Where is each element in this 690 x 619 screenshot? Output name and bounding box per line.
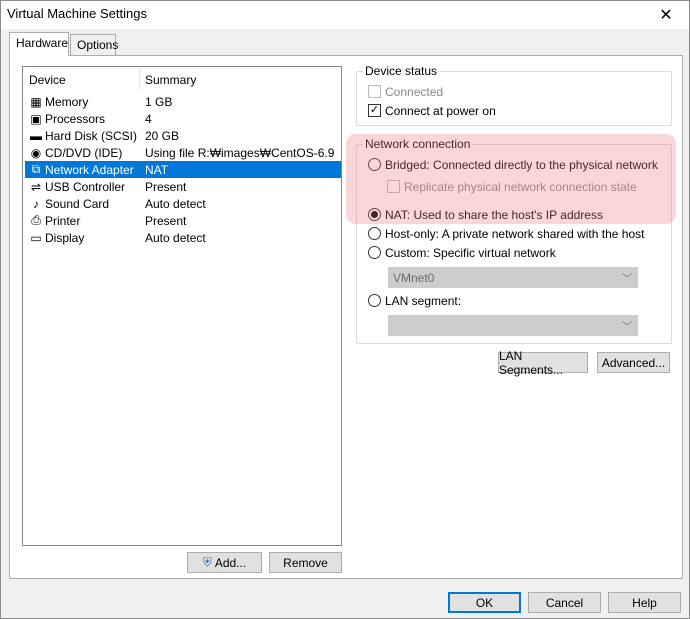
device-summary: Using file R:₩images₩CentOS-6.9-...	[145, 146, 335, 160]
device-name: Memory	[45, 95, 89, 109]
connected-checkbox[interactable]	[368, 85, 381, 98]
device-row[interactable]: ▬ Hard Disk (SCSI) 20 GB	[25, 127, 341, 144]
tab-hardware[interactable]: Hardware	[9, 32, 69, 56]
advanced-button[interactable]: Advanced...	[597, 352, 670, 373]
device-summary: 4	[145, 112, 152, 126]
lan-segment-label: LAN segment:	[385, 294, 462, 308]
settings-window: Virtual Machine Settings ✕ Hardware Opti…	[0, 0, 690, 619]
device-row[interactable]: ▭ Display Auto detect	[25, 229, 341, 246]
help-button[interactable]: Help	[608, 592, 681, 613]
device-row[interactable]: ▣ Processors 4	[25, 110, 341, 127]
custom-network-value: VMnet0	[393, 271, 435, 285]
device-summary: 20 GB	[145, 129, 180, 143]
device-name: USB Controller	[45, 180, 126, 194]
device-name: Printer	[45, 214, 81, 228]
lan-segment-radio[interactable]	[368, 294, 381, 307]
help-button-label: Help	[632, 595, 657, 610]
device-row[interactable]: ▦ Memory 1 GB	[25, 93, 341, 110]
sound-icon: ♪	[33, 196, 39, 211]
ok-button[interactable]: OK	[448, 592, 521, 613]
close-button[interactable]: ✕	[643, 1, 689, 29]
device-status-title: Device status	[363, 64, 440, 78]
connected-label: Connected	[385, 85, 444, 99]
add-button-label: Add...	[214, 555, 247, 570]
checkmark-icon: ✓	[369, 104, 380, 116]
network-adapter-icon: ⧉	[31, 162, 41, 176]
cancel-button-label: Cancel	[545, 595, 584, 610]
hard-disk-icon: ▬	[30, 128, 42, 143]
device-name: Network Adapter	[45, 163, 134, 177]
device-summary: NAT	[145, 163, 169, 177]
connect-at-power-on-checkbox[interactable]: ✓	[368, 104, 381, 117]
remove-button[interactable]: Remove	[269, 552, 342, 573]
lan-segments-button-label: LAN Segments...	[499, 348, 564, 377]
device-summary: Auto detect	[145, 197, 206, 211]
remove-button-label: Remove	[283, 555, 328, 570]
column-separator[interactable]	[139, 68, 140, 90]
device-status-group: Device status Connected ✓ Connect at pow…	[356, 64, 672, 126]
device-name: Display	[45, 231, 85, 245]
ok-button-label: OK	[475, 595, 494, 610]
window-title: Virtual Machine Settings	[7, 6, 147, 21]
tab-options[interactable]: Options	[70, 34, 119, 56]
cd-dvd-icon: ◉	[30, 145, 42, 160]
memory-icon: ▦	[30, 94, 42, 109]
chevron-down-icon: ﹀	[622, 274, 632, 285]
device-name: Sound Card	[45, 197, 110, 211]
device-name: Processors	[45, 112, 106, 126]
usb-icon: ⇌	[30, 179, 42, 194]
device-list[interactable]: Device Summary ▦ Memory 1 GB ▣ Processors 4 ▬ H…	[22, 66, 342, 546]
close-icon: ✕	[659, 7, 673, 24]
lan-segment-select[interactable]: ﹀	[388, 315, 638, 336]
device-summary: Auto detect	[145, 231, 206, 245]
chevron-down-icon: ﹀	[622, 322, 632, 333]
tab-hardware-label: Hardware	[16, 36, 69, 50]
host-only-radio[interactable]	[368, 227, 381, 240]
add-button[interactable]: ⛨ Add...	[187, 552, 262, 573]
annotation-highlight	[346, 134, 676, 224]
connect-at-power-on-label: Connect at power on	[385, 104, 496, 118]
list-header: Device Summary	[23, 67, 341, 91]
display-icon: ▭	[30, 230, 42, 245]
custom-label: Custom: Specific virtual network	[385, 246, 556, 260]
device-row[interactable]: ◉ CD/DVD (IDE) Using file R:₩images₩CentOS…	[25, 144, 341, 161]
column-summary[interactable]: Summary	[145, 73, 196, 87]
device-summary: Present	[145, 214, 187, 228]
device-summary: Present	[145, 180, 187, 194]
device-row[interactable]: ⎙ Printer Present	[25, 212, 341, 229]
device-name: Hard Disk (SCSI)	[45, 129, 138, 143]
title-bar: Virtual Machine Settings ✕	[1, 1, 689, 29]
processor-icon: ▣	[30, 111, 42, 126]
host-only-label: Host-only: A private network shared with…	[385, 227, 645, 241]
custom-network-select[interactable]: VMnet0 ﹀	[388, 267, 638, 288]
shield-icon: ⛨	[202, 555, 212, 569]
device-name: CD/DVD (IDE)	[45, 146, 123, 160]
device-row[interactable]: ⇌ USB Controller Present	[25, 178, 341, 195]
custom-radio[interactable]	[368, 246, 381, 259]
device-summary: 1 GB	[145, 95, 173, 109]
cancel-button[interactable]: Cancel	[528, 592, 601, 613]
lan-segments-button[interactable]: LAN Segments...	[498, 349, 588, 377]
tab-options-label: Options	[77, 38, 119, 52]
column-device[interactable]: Device	[29, 73, 66, 87]
device-row[interactable]: ♪ Sound Card Auto detect	[25, 195, 341, 212]
advanced-button-label: Advanced...	[601, 355, 666, 370]
device-row[interactable]: ⧉ Network Adapter NAT	[25, 161, 341, 178]
printer-icon: ⎙	[31, 213, 41, 227]
